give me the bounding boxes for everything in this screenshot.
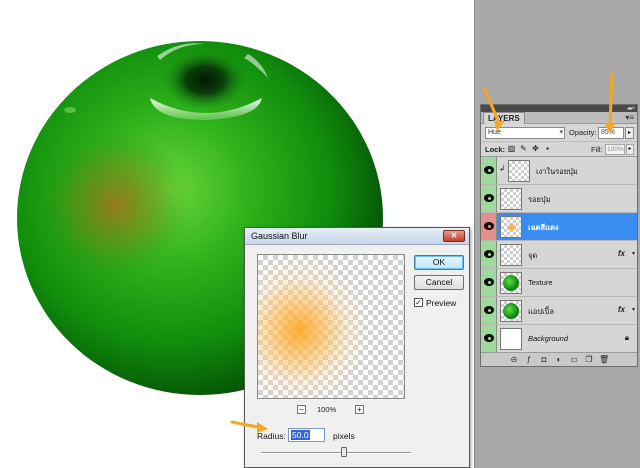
lock-position-icon[interactable]: ✥ xyxy=(531,144,540,153)
radius-slider-track[interactable] xyxy=(261,452,411,454)
opacity-label: Opacity: xyxy=(569,128,597,137)
layer-thumbnail xyxy=(500,188,522,210)
preview-checkbox[interactable]: ✓ xyxy=(414,298,423,307)
gaussian-blur-dialog: Gaussian Blur ✕ − 100% + OK Cancel ✓ Pre… xyxy=(244,227,470,468)
fill-label: Fill: xyxy=(591,145,603,154)
radius-value: 50.0 xyxy=(291,430,310,440)
layer-visibility[interactable] xyxy=(481,157,497,184)
apple-thumbnail xyxy=(503,303,519,319)
layer-row[interactable]: จุด fx ▾ xyxy=(481,241,637,269)
layer-thumbnail xyxy=(500,244,522,266)
new-group-icon[interactable]: ▭ xyxy=(569,355,579,364)
lock-all-icon[interactable]: ▪ xyxy=(543,144,552,153)
radius-slider-handle[interactable] xyxy=(341,447,347,457)
eye-icon[interactable] xyxy=(484,222,494,230)
radius-input[interactable]: 50.0 xyxy=(288,428,325,442)
cancel-button[interactable]: Cancel xyxy=(414,275,464,290)
radius-label: Radius: xyxy=(257,431,286,441)
eye-icon[interactable] xyxy=(484,306,494,314)
clipping-link-icon: ↲ xyxy=(499,164,506,173)
layer-name: จุด xyxy=(528,251,538,260)
trash-icon[interactable]: 🗑︎ xyxy=(599,355,609,364)
orange-blur-thumbnail xyxy=(507,223,516,232)
fill-input[interactable]: 100% xyxy=(605,144,625,155)
new-layer-icon[interactable]: ❐ xyxy=(584,355,594,364)
layer-thumbnail xyxy=(500,272,522,294)
lock-options: ▨ ✎ ✥ ▪ xyxy=(507,144,552,153)
tab-layers[interactable]: LAYERS xyxy=(483,112,525,124)
panel-footer: ⊝ ƒ ◘ ◐ ▭ ❐ 🗑︎ xyxy=(481,352,637,366)
blur-preview-image xyxy=(258,255,404,398)
lock-image-pixels-icon[interactable]: ✎ xyxy=(519,144,528,153)
layer-name: เฉดสีแดง xyxy=(528,223,559,232)
expand-effects-icon[interactable]: ▾ xyxy=(632,250,635,257)
expand-effects-icon[interactable]: ▾ xyxy=(632,306,635,313)
lock-label: Lock: xyxy=(485,145,506,154)
blend-mode-value: Hue xyxy=(488,129,501,136)
zoom-level: 100% xyxy=(317,405,337,414)
panel-menu-icon[interactable]: ▾≡ xyxy=(625,113,634,122)
fx-icon[interactable]: ƒ xyxy=(524,355,534,364)
layer-name: Background xyxy=(528,334,569,343)
eye-icon[interactable] xyxy=(484,166,494,174)
chevron-down-icon: ▾ xyxy=(559,129,563,136)
dialog-titlebar[interactable]: Gaussian Blur ✕ xyxy=(245,228,469,245)
layers-panel: ◂◂ × LAYERS ▾≡ Hue ▾ Opacity: 85% ▸ Lock… xyxy=(480,104,638,367)
radius-unit-label: pixels xyxy=(333,431,355,441)
fill-slider-button[interactable]: ▸ xyxy=(626,144,634,155)
adjustment-layer-icon[interactable]: ◐ xyxy=(554,355,564,364)
panel-titlebar[interactable]: ◂◂ × xyxy=(481,105,637,112)
layer-name: แอปเปิ้ล xyxy=(528,307,555,316)
layer-visibility[interactable] xyxy=(481,185,497,212)
apple-thumbnail xyxy=(503,275,519,291)
eye-icon[interactable] xyxy=(484,194,494,202)
zoom-in-button[interactable]: + xyxy=(355,405,364,414)
dialog-title: Gaussian Blur xyxy=(251,231,308,241)
layer-thumbnail xyxy=(500,300,522,322)
layer-thumbnail xyxy=(500,216,522,238)
lock-row: Lock: ▨ ✎ ✥ ▪ Fill: 100% ▸ xyxy=(481,141,637,157)
lock-icon: 🔒︎ xyxy=(624,333,629,342)
layer-row[interactable]: Texture xyxy=(481,269,637,297)
layer-row[interactable]: แอปเปิ้ล fx ▾ xyxy=(481,297,637,325)
collapse-icon[interactable]: ◂◂ × xyxy=(627,106,635,112)
eye-icon[interactable] xyxy=(484,278,494,286)
layer-thumbnail xyxy=(508,160,530,182)
layer-effects-icon[interactable]: fx xyxy=(618,305,625,314)
layer-row[interactable]: รอยบุ๋ม xyxy=(481,185,637,213)
layer-visibility[interactable] xyxy=(481,241,497,268)
zoom-out-button[interactable]: − xyxy=(297,405,306,414)
add-mask-icon[interactable]: ◘ xyxy=(539,355,549,364)
filter-preview[interactable] xyxy=(257,254,405,399)
blend-mode-select[interactable]: Hue ▾ xyxy=(485,127,565,139)
opacity-slider-button[interactable]: ▸ xyxy=(625,127,634,139)
layer-name: เงาในรอยบุ๋ม xyxy=(536,167,578,176)
layer-visibility[interactable] xyxy=(481,297,497,324)
blend-row: Hue ▾ Opacity: 85% ▸ xyxy=(481,124,637,141)
preview-label: Preview xyxy=(426,298,457,308)
eye-icon[interactable] xyxy=(484,334,494,342)
layer-name: รอยบุ๋ม xyxy=(528,195,551,204)
layer-list: ↲ เงาในรอยบุ๋ม รอยบุ๋ม เฉดสีแดง จุด fx ▾… xyxy=(481,157,637,353)
panel-tab-row: LAYERS ▾≡ xyxy=(481,112,637,124)
layer-row[interactable]: Background 🔒︎ xyxy=(481,325,637,353)
layer-visibility[interactable] xyxy=(481,269,497,296)
layer-row[interactable]: ↲ เงาในรอยบุ๋ม xyxy=(481,157,637,185)
layer-thumbnail xyxy=(500,328,522,350)
lock-transparent-pixels-icon[interactable]: ▨ xyxy=(507,144,516,153)
zoom-controls: − 100% + xyxy=(297,405,367,415)
layer-name: Texture xyxy=(528,278,553,287)
close-icon[interactable]: ✕ xyxy=(443,230,465,242)
ok-button[interactable]: OK xyxy=(414,255,464,270)
eye-icon[interactable] xyxy=(484,250,494,258)
link-layers-icon[interactable]: ⊝ xyxy=(509,355,519,364)
layer-visibility[interactable] xyxy=(481,325,497,352)
layer-visibility[interactable] xyxy=(481,213,497,240)
layer-effects-icon[interactable]: fx xyxy=(618,249,625,258)
layer-row-selected[interactable]: เฉดสีแดง xyxy=(481,213,637,241)
opacity-input[interactable]: 85% xyxy=(598,127,624,139)
